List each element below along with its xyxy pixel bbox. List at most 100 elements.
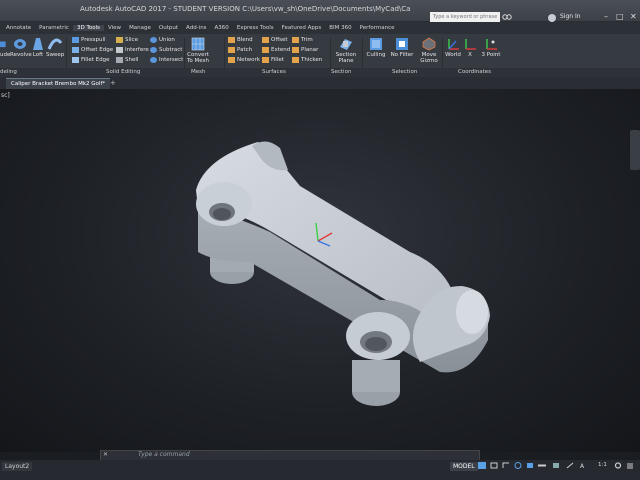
panel-label-solid-editing[interactable]: Solid Editing [106,69,140,75]
panel-label-surfaces[interactable]: Surfaces [262,69,286,75]
subtract-icon [150,47,157,53]
command-input[interactable]: Type a command [138,451,190,458]
tab-a360[interactable]: A360 [211,25,233,31]
tab-featured-apps[interactable]: Featured Apps [278,25,326,31]
navigation-bar[interactable] [630,130,640,170]
binoculars-icon[interactable] [502,11,512,21]
annotation-icon[interactable]: A [580,462,588,469]
fillet-button[interactable]: Fillet [262,57,284,63]
extrude-icon [0,41,6,48]
gizmo-icon [422,37,436,51]
panel-label-modeling[interactable]: deling [0,69,17,75]
presspull-button[interactable]: Presspull [72,37,106,43]
patch-icon [228,47,235,53]
sign-in-button[interactable]: Sign In [560,13,581,20]
search-input[interactable]: Type a keyword or phrase [430,12,500,22]
fillet-edge-icon [72,57,79,63]
upper-left-hole-inner [213,208,231,220]
tab-manage[interactable]: Manage [125,25,155,31]
interfere-icon [116,47,123,53]
culling-button[interactable]: Culling [364,37,388,58]
gear-icon[interactable] [614,462,622,469]
upper-right-hole-inner [365,337,387,351]
polar-icon[interactable] [514,462,522,469]
offset-edge-icon [72,47,79,53]
panel-label-section[interactable]: Section [331,69,351,75]
fillet-icon [262,57,269,63]
visual-style-label[interactable]: sc] [1,92,10,99]
transparency-icon[interactable] [552,462,560,469]
offset-button[interactable]: Offset [262,37,288,43]
panel-label-mesh[interactable]: Mesh [191,69,205,75]
ucs-3point-icon [486,39,497,50]
grid-icon[interactable] [478,462,486,469]
network-icon [228,57,235,63]
sweep-button[interactable]: Sweep [46,37,64,58]
blend-button[interactable]: Blend [228,37,253,43]
trim-button[interactable]: Trim [292,37,313,43]
annotation-scale[interactable]: 1:1 [598,462,607,468]
lineweight-icon[interactable] [538,462,546,469]
new-tab-button[interactable]: + [110,79,116,87]
sweep-icon [47,38,63,50]
ucs-3point-button[interactable]: 3 Point [480,37,502,58]
extend-button[interactable]: Extend [262,47,290,53]
section-plane-button[interactable]: Section Plane [334,37,358,64]
blend-icon [228,37,235,43]
extrude-button[interactable]: ude [0,37,10,58]
ucs-x-button[interactable]: X [462,37,478,58]
union-button[interactable]: Union [150,37,175,43]
subtract-button[interactable]: Subtract [150,47,182,53]
revolve-button[interactable]: Revolve [10,37,32,58]
convert-to-mesh-button[interactable]: Convert To Mesh [186,37,210,64]
maximize-button[interactable]: □ [616,12,624,21]
tab-express-tools[interactable]: Express Tools [233,25,278,31]
tab-parametric[interactable]: Parametric [35,25,73,31]
offset-edge-button[interactable]: Offset Edge [72,47,113,53]
minimize-button[interactable]: – [604,12,608,21]
planar-icon [292,47,299,53]
tab-bim-360[interactable]: BIM 360 [325,25,355,31]
trim-icon [292,37,299,43]
intersect-button[interactable]: Intersect [150,57,183,63]
panel-label-coordinates[interactable]: Coordinates [458,69,491,75]
network-button[interactable]: Network [228,57,260,63]
ribbon-tab-bar: Annotate Parametric 3D Tools View Manage… [0,22,640,34]
tab-annotate[interactable]: Annotate [2,25,35,31]
slice-button[interactable]: Slice [116,37,138,43]
selection-cycling-icon[interactable] [566,462,574,469]
panel-label-bar [0,68,640,77]
customize-menu-icon[interactable] [626,462,634,469]
ortho-icon[interactable] [502,462,510,469]
patch-button[interactable]: Patch [228,47,252,53]
snap-icon[interactable] [490,462,498,469]
tab-view[interactable]: View [104,25,125,31]
loft-icon [33,38,43,50]
ucs-world-button[interactable]: World [444,37,462,58]
tab-performance[interactable]: Performance [356,25,399,31]
drawing-viewport[interactable] [0,89,640,452]
loft-button[interactable]: Loft [30,37,46,58]
layout-tab[interactable]: Layout2 [2,462,33,471]
close-button[interactable]: ✕ [630,12,637,21]
model-space-button[interactable]: MODEL [450,462,478,471]
fillet-edge-button[interactable]: Fillet Edge [72,57,109,63]
section-plane-icon [340,39,352,50]
thicken-button[interactable]: Thicken [292,57,322,63]
tab-3d-tools[interactable]: 3D Tools [72,25,104,31]
panel-label-selection[interactable]: Selection [392,69,417,75]
tab-output[interactable]: Output [155,25,182,31]
close-command-line-icon[interactable]: ✕ [103,451,108,458]
user-icon[interactable] [548,14,556,22]
shell-button[interactable]: Shell [116,57,138,63]
interfere-button[interactable]: Interfere [116,47,149,53]
tab-add-ins[interactable]: Add-ins [182,25,211,31]
svg-text:A: A [580,463,585,469]
slice-icon [116,37,123,43]
move-gizmo-button[interactable]: Move Gizmo [418,37,440,64]
planar-button[interactable]: Planar [292,47,318,53]
no-filter-dropdown[interactable]: No Filter [388,37,416,58]
osnap-icon[interactable] [526,462,534,469]
caliper-bracket-model [196,141,490,406]
file-tab[interactable]: Caliper Bracket Brembo Mk2 Golf* [6,78,111,89]
